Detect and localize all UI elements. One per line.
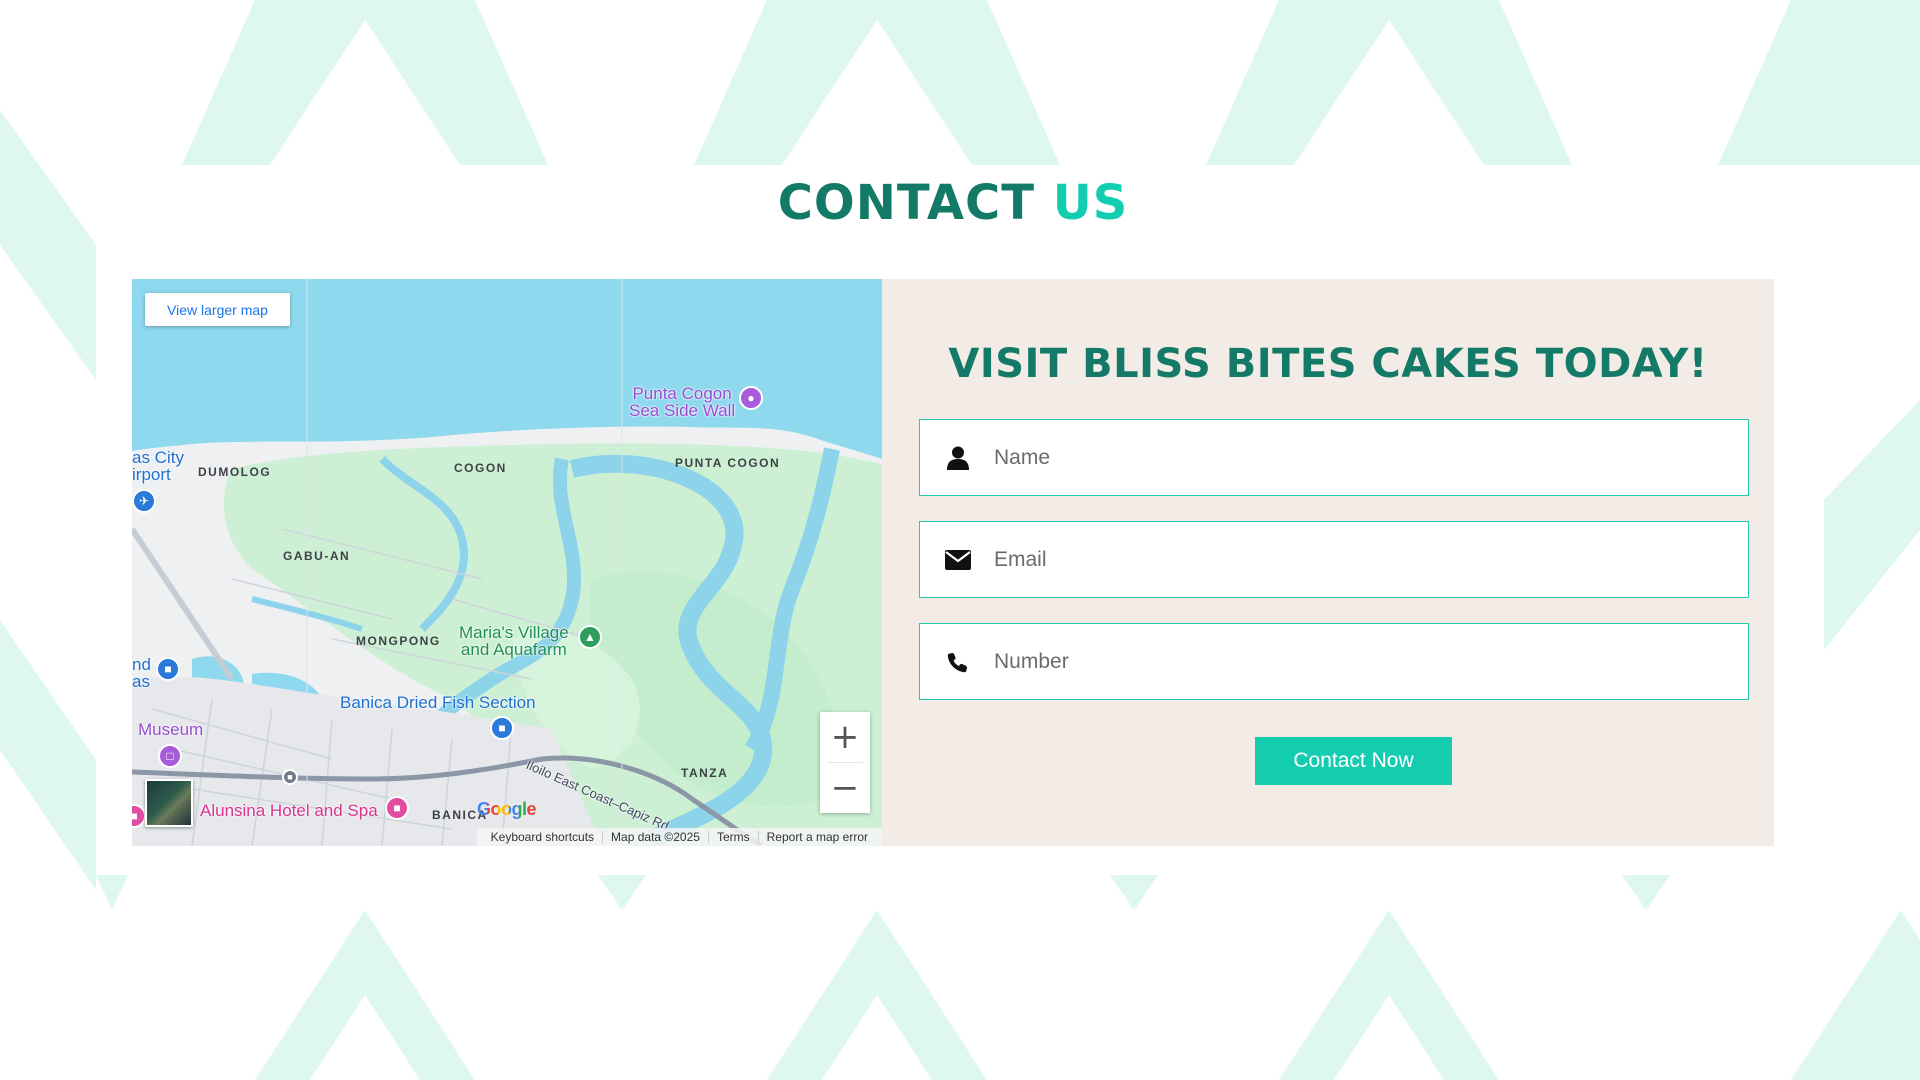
embedded-map[interactable]: Punta Cogon Sea Side Wall ● as City irpo… bbox=[132, 279, 882, 846]
map-label-line: as bbox=[132, 672, 150, 691]
satellite-layer-toggle[interactable] bbox=[145, 779, 193, 827]
phone-icon bbox=[944, 648, 972, 676]
map-label-line: nd bbox=[132, 655, 151, 674]
view-larger-map-button[interactable]: View larger map bbox=[145, 293, 290, 326]
name-input[interactable] bbox=[992, 419, 1748, 496]
map-label-tanza: TANZA bbox=[681, 766, 729, 780]
map-label-mongpong: MONGPONG bbox=[356, 634, 441, 648]
report-map-error-link[interactable]: Report a map error bbox=[759, 830, 876, 844]
section-title-accent: US bbox=[1052, 175, 1129, 231]
user-icon bbox=[944, 444, 972, 472]
map-label-museum[interactable]: Museum bbox=[138, 721, 203, 738]
shopping-marker-icon[interactable]: ■ bbox=[156, 657, 180, 681]
map-label-alunsina[interactable]: Alunsina Hotel and Spa bbox=[200, 802, 378, 819]
map-label-banica-fish[interactable]: Banica Dried Fish Section bbox=[340, 694, 536, 711]
terms-link[interactable]: Terms bbox=[709, 830, 758, 844]
zoom-control: + − bbox=[820, 712, 870, 813]
email-field[interactable] bbox=[919, 521, 1749, 598]
map-label-marias-village[interactable]: Maria's Village and Aquafarm bbox=[459, 624, 569, 658]
google-logo: Google bbox=[477, 799, 537, 820]
map-label-airport[interactable]: as City irport bbox=[132, 449, 184, 483]
map-label-line: as City bbox=[132, 448, 184, 467]
map-label-cogon: COGON bbox=[454, 461, 507, 475]
park-marker-icon[interactable]: ▲ bbox=[578, 625, 602, 649]
map-label-dumolog: DUMOLOG bbox=[198, 465, 272, 479]
map-label-nd-as[interactable]: nd as bbox=[132, 656, 151, 690]
hotel-marker-icon[interactable]: ■ bbox=[385, 796, 409, 820]
map-label-line: Punta Cogon bbox=[632, 384, 732, 403]
camera-marker-icon[interactable]: ● bbox=[739, 386, 763, 410]
map-label-line: Maria's Village bbox=[459, 623, 569, 642]
zoom-out-button[interactable]: − bbox=[820, 763, 870, 813]
keyboard-shortcuts-link[interactable]: Keyboard shortcuts bbox=[483, 830, 602, 844]
number-input[interactable] bbox=[992, 623, 1748, 700]
airport-marker-icon[interactable]: ✈ bbox=[132, 489, 156, 513]
map-label-line: irport bbox=[132, 465, 171, 484]
map-attribution: Keyboard shortcuts Map data ©2025 Terms … bbox=[476, 828, 882, 846]
map-label-gabu-an: GABU-AN bbox=[283, 549, 351, 563]
name-field[interactable] bbox=[919, 419, 1749, 496]
email-input[interactable] bbox=[992, 521, 1748, 598]
zoom-in-button[interactable]: + bbox=[820, 712, 870, 762]
contact-now-button[interactable]: Contact Now bbox=[1255, 737, 1452, 785]
museum-marker-icon[interactable]: □ bbox=[158, 744, 182, 768]
map-data-text: Map data ©2025 bbox=[611, 830, 700, 844]
section-title-main: CONTACT bbox=[777, 175, 1036, 231]
envelope-icon bbox=[944, 546, 972, 574]
map-label-line: and Aquafarm bbox=[460, 640, 567, 659]
number-field[interactable] bbox=[919, 623, 1749, 700]
map-canvas[interactable] bbox=[132, 279, 882, 846]
shopping-marker-icon[interactable]: ■ bbox=[490, 716, 514, 740]
form-heading: VISIT BLISS BITES CAKES TODAY! bbox=[948, 341, 1708, 387]
contact-card: Punta Cogon Sea Side Wall ● as City irpo… bbox=[132, 279, 1774, 846]
google-logo-text: Google bbox=[477, 799, 537, 819]
bus-marker-icon[interactable]: ■ bbox=[282, 769, 298, 785]
map-label-punta-cogon-wall[interactable]: Punta Cogon Sea Side Wall bbox=[629, 385, 735, 419]
map-label-line: Sea Side Wall bbox=[629, 401, 736, 420]
contact-form-panel: VISIT BLISS BITES CAKES TODAY! Contact N… bbox=[882, 279, 1774, 846]
section-title: CONTACT US bbox=[0, 175, 1906, 231]
map-label-punta-cogon: PUNTA COGON bbox=[675, 456, 781, 470]
